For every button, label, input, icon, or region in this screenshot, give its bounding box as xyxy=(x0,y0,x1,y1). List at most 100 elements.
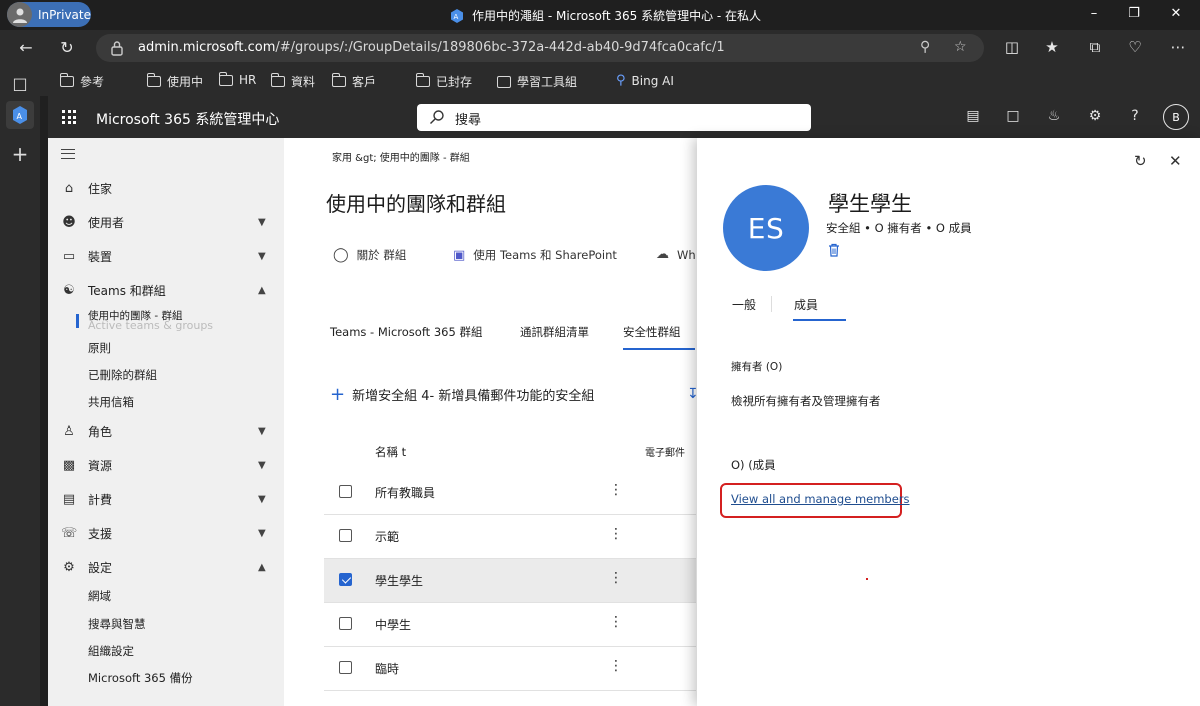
document-icon[interactable]: □ xyxy=(1003,108,1023,124)
nav-sub-active-teams[interactable]: 使用中的團隊 - 群組 xyxy=(88,308,182,323)
table-row[interactable]: 所有教職員 ⋮ xyxy=(324,471,696,515)
nav-sub-m365-backup[interactable]: Microsoft 365 備份 xyxy=(88,670,193,686)
tab-security-groups[interactable]: 安全性群組 xyxy=(623,324,681,340)
tab-teams-m365-groups[interactable]: Teams - Microsoft 365 群組 xyxy=(330,324,482,340)
restore-icon[interactable]: ❐ xyxy=(1125,6,1143,21)
nav-item-teams-groups[interactable]: ☯ Teams 和群組 ▲ xyxy=(48,277,284,303)
back-icon[interactable]: ← xyxy=(16,38,36,57)
fav-label: 學習工具組 xyxy=(517,75,578,89)
nav-sub-deleted-groups[interactable]: 已刪除的群組 xyxy=(88,367,157,383)
inprivate-badge[interactable]: InPrivate xyxy=(7,2,91,27)
fav-item-0[interactable]: 參考 xyxy=(59,73,104,90)
nav-item-settings[interactable]: ⚙ 設定 ▲ xyxy=(48,554,284,580)
browser-essentials-icon[interactable]: ♡ xyxy=(1124,38,1146,56)
nav-sub-domains[interactable]: 網域 xyxy=(88,588,111,604)
fav-item-1[interactable]: 使用中 xyxy=(146,73,203,90)
chevron-down-icon: ▼ xyxy=(258,425,266,437)
nav-sub-policies[interactable]: 原則 xyxy=(88,340,111,356)
close-icon[interactable]: ✕ xyxy=(1169,152,1182,170)
view-manage-members-link[interactable]: View all and manage members xyxy=(731,492,910,506)
tab-members[interactable]: 成員 xyxy=(794,296,818,313)
more-vertical-icon[interactable]: ⋮ xyxy=(609,658,623,674)
row-name[interactable]: 所有教職員 xyxy=(375,484,435,501)
row-name[interactable]: 臨時 xyxy=(375,660,399,677)
nav-item-support[interactable]: ☏ 支援 ▼ xyxy=(48,520,284,546)
add-security-group-button[interactable]: + 新增安全組 4- 新增具備郵件功能的安全組 xyxy=(330,384,594,405)
nav-item-resources[interactable]: ▩ 資源 ▼ xyxy=(48,452,284,478)
breadcrumb[interactable]: 家用 &gt; 使用中的團隊 - 群組 xyxy=(332,149,470,164)
cloud-upload-icon: ☁ xyxy=(656,247,669,262)
row-checkbox[interactable] xyxy=(339,661,352,674)
favorite-star-icon[interactable]: ☆ xyxy=(954,39,967,55)
more-vertical-icon[interactable]: ⋮ xyxy=(609,614,623,630)
nav-item-roles[interactable]: ♙ 角色 ▼ xyxy=(48,418,284,444)
more-options-icon[interactable]: ⋯ xyxy=(1167,38,1189,56)
trash-icon[interactable] xyxy=(828,243,840,257)
favorites-icon[interactable]: ★ xyxy=(1041,38,1063,56)
more-vertical-icon[interactable]: ⋮ xyxy=(609,482,623,498)
gear-icon[interactable]: ⚙ xyxy=(1085,108,1105,124)
nav-item-home[interactable]: ⌂ 住家 xyxy=(48,175,284,201)
row-checkbox-checked[interactable] xyxy=(339,573,352,586)
table-row[interactable]: 示範 ⋮ xyxy=(324,515,696,559)
nav-label: 角色 xyxy=(88,424,113,439)
row-checkbox[interactable] xyxy=(339,485,352,498)
more-vertical-icon[interactable]: ⋮ xyxy=(609,526,623,542)
tab-general[interactable]: 一般 xyxy=(732,296,756,313)
nav-sub-search-intelligence[interactable]: 搜尋與智慧 xyxy=(88,616,146,632)
tab-actions-icon[interactable]: □ xyxy=(10,74,30,94)
nav-item-billing[interactable]: ▤ 計費 ▼ xyxy=(48,486,284,512)
fav-item-4[interactable]: 客戶 xyxy=(331,73,376,90)
search-input[interactable]: 搜尋 xyxy=(417,104,811,131)
split-screen-icon[interactable]: ◫ xyxy=(1001,38,1023,56)
admin-tab-icon: A xyxy=(13,106,27,124)
close-window-icon[interactable]: ✕ xyxy=(1167,6,1185,21)
collections-icon[interactable]: ⧉ xyxy=(1084,38,1106,56)
column-header-email[interactable]: 電子郵件 xyxy=(645,444,685,459)
row-name[interactable]: 示範 xyxy=(375,528,399,545)
column-header-name[interactable]: 名稱 t xyxy=(375,444,406,460)
row-name[interactable]: 中學生 xyxy=(375,616,411,633)
table-row[interactable]: 中學生 ⋮ xyxy=(324,603,696,647)
bell-icon[interactable]: ♨ xyxy=(1044,108,1064,124)
minimize-icon[interactable]: – xyxy=(1085,6,1103,21)
tab-distribution-lists[interactable]: 通訊群組清單 xyxy=(520,324,589,340)
group-details-panel: ↻ ✕ ES 學生學生 安全組 • O 擁有者 • O 成員 一般 成員 擁有者… xyxy=(697,138,1200,706)
address-bar[interactable]: admin.microsoft.com/#/groups/:/GroupDeta… xyxy=(96,34,984,62)
settings-icon: ⚙ xyxy=(63,559,75,575)
nav-sub-org-settings[interactable]: 組織設定 xyxy=(88,643,134,659)
whats-new-button[interactable]: ☁ Wh xyxy=(656,247,696,262)
members-heading: O) (成員 xyxy=(731,458,776,472)
chevron-down-icon: ▼ xyxy=(258,527,266,539)
teams-sharepoint-button[interactable]: ▣ 使用 Teams 和 SharePoint xyxy=(453,247,617,263)
table-row-selected[interactable]: 學生學生 ⋮ xyxy=(324,559,696,603)
more-vertical-icon[interactable]: ⋮ xyxy=(609,570,623,586)
active-tab-icon[interactable]: A xyxy=(6,101,34,129)
fav-item-3[interactable]: 資料 xyxy=(270,73,315,90)
nav-item-devices[interactable]: ▭ 裝置 ▼ xyxy=(48,243,284,269)
fav-item-5[interactable]: 已封存 xyxy=(415,73,472,90)
folder-icon xyxy=(270,73,285,87)
app-title[interactable]: Microsoft 365 系統管理中心 xyxy=(96,109,279,129)
view-manage-owners-link[interactable]: 檢視所有擁有者及管理擁有者 xyxy=(731,393,881,409)
terminal-icon[interactable]: ▤ xyxy=(963,108,983,124)
hamburger-icon[interactable] xyxy=(61,149,75,159)
zoom-icon[interactable]: ⚲ xyxy=(920,39,930,55)
app-launcher-icon[interactable] xyxy=(62,110,76,124)
new-tab-icon[interactable]: + xyxy=(10,142,30,166)
row-checkbox[interactable] xyxy=(339,529,352,542)
row-checkbox[interactable] xyxy=(339,617,352,630)
fav-label: Bing AI xyxy=(631,73,674,88)
refresh-icon[interactable]: ↻ xyxy=(57,38,77,57)
about-groups-button[interactable]: ◯ 關於 群組 xyxy=(333,247,406,263)
nav-sub-shared-mailboxes[interactable]: 共用信箱 xyxy=(88,394,134,410)
table-row[interactable]: 臨時 ⋮ xyxy=(324,647,696,691)
refresh-icon[interactable]: ↻ xyxy=(1134,152,1147,170)
fav-item-7[interactable]: ⚲ Bing AI xyxy=(616,73,674,88)
fav-item-6[interactable]: 學習工具組 xyxy=(497,73,577,90)
user-avatar[interactable]: B xyxy=(1163,104,1189,130)
nav-item-users[interactable]: ☻ 使用者 ▼ xyxy=(48,209,284,235)
help-icon[interactable]: ? xyxy=(1125,108,1145,124)
row-name[interactable]: 學生學生 xyxy=(375,572,423,589)
fav-item-2[interactable]: HR xyxy=(218,71,256,87)
